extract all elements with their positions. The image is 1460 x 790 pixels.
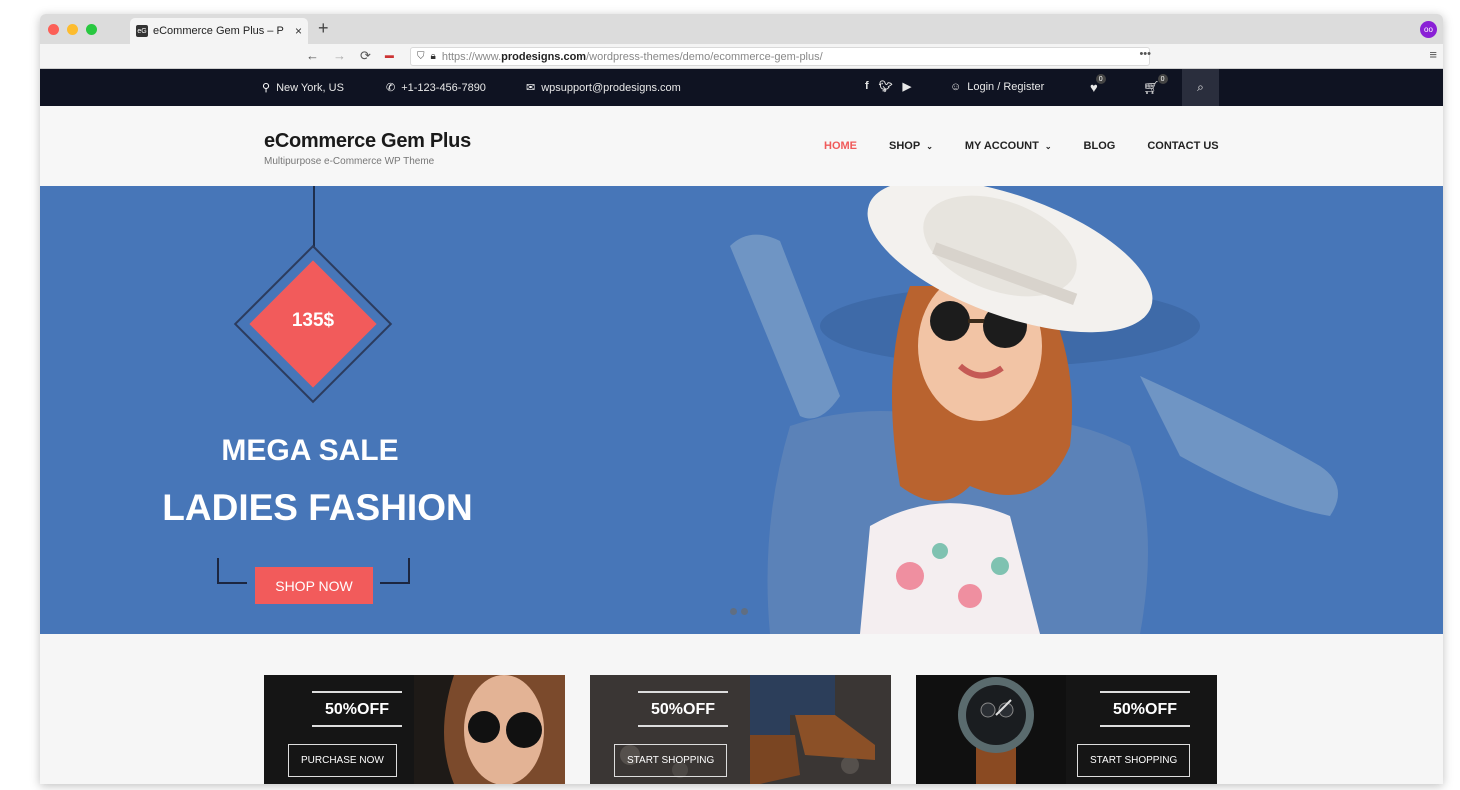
cart-icon: 🛒︎ bbox=[1143, 80, 1160, 95]
hero-heading-line2: LADIES FASHION bbox=[162, 487, 473, 528]
new-tab-button[interactable]: + bbox=[318, 18, 329, 39]
price-tag-string bbox=[313, 186, 315, 248]
sunglasses-promo-image bbox=[414, 675, 565, 784]
url-prefix: https://www. bbox=[441, 50, 502, 63]
menu-item-blog[interactable]: BLOG bbox=[1084, 140, 1116, 152]
email-info[interactable]: ✉ wpsupport@prodesigns.com bbox=[526, 81, 681, 95]
promo-banner-boots[interactable]: 50%OFF START SHOPPING bbox=[590, 675, 891, 784]
watch-promo-image bbox=[916, 675, 1066, 784]
favicon-icon: eG bbox=[136, 25, 148, 37]
user-icon: ☺ bbox=[950, 81, 962, 93]
browser-nav-bar: ← → ⟳ ▬ ⛉ 🔒︎ https://www. prodesigns.com /… bbox=[40, 44, 1443, 69]
cta-bracket-right bbox=[380, 558, 410, 584]
flag-icon[interactable]: ▬ bbox=[385, 50, 394, 64]
hero-heading-line1: MEGA SALE bbox=[221, 434, 399, 467]
youtube-icon[interactable]: ▶ bbox=[903, 80, 911, 93]
slider-dot[interactable] bbox=[741, 608, 748, 615]
url-path: /wordpress-themes/demo/ecommerce-gem-plu… bbox=[586, 50, 823, 63]
main-menu: HOME SHOP ⌄ MY ACCOUNT ⌄ BLOG CONTACT US bbox=[824, 140, 1251, 152]
minimize-window-button[interactable] bbox=[67, 24, 78, 35]
location-text: New York, US bbox=[276, 81, 344, 94]
wishlist-button[interactable]: ♥ 0 bbox=[1090, 74, 1106, 95]
promo-banner-watch[interactable]: 50%OFF START SHOPPING bbox=[916, 675, 1217, 784]
facebook-icon[interactable]: f bbox=[865, 80, 869, 93]
extension-icon[interactable]: oo bbox=[1420, 21, 1437, 38]
menu-item-contact[interactable]: CONTACT US bbox=[1147, 140, 1218, 152]
location-info: ⚲ New York, US bbox=[262, 81, 344, 95]
email-text[interactable]: wpsupport@prodesigns.com bbox=[541, 82, 681, 94]
browser-tab-bar: eG eCommerce Gem Plus – P × + oo bbox=[40, 14, 1443, 44]
site-header: eCommerce Gem Plus Multipurpose e-Commer… bbox=[40, 106, 1443, 186]
chevron-down-icon: ⌄ bbox=[1044, 141, 1052, 151]
promo-discount: 50%OFF bbox=[638, 691, 728, 727]
hero-model-image bbox=[730, 186, 1338, 634]
phone-info[interactable]: ✆ +1-123-456-7890 bbox=[386, 81, 486, 95]
search-icon: ⌕ bbox=[1197, 80, 1204, 94]
tab-close-icon[interactable]: × bbox=[295, 24, 302, 38]
envelope-icon: ✉ bbox=[526, 82, 536, 94]
forward-arrow-icon[interactable]: → bbox=[333, 48, 346, 64]
slider-dot[interactable] bbox=[730, 608, 737, 615]
cart-count-badge: 0 bbox=[1157, 74, 1168, 84]
slider-pagination bbox=[730, 608, 748, 615]
menu-item-shop[interactable]: SHOP ⌄ bbox=[889, 140, 933, 152]
close-window-button[interactable] bbox=[48, 24, 59, 35]
search-button[interactable]: ⌕ bbox=[1182, 69, 1219, 106]
tab-title: eCommerce Gem Plus – P bbox=[153, 25, 284, 37]
browser-tab[interactable]: eG eCommerce Gem Plus – P × bbox=[130, 18, 308, 44]
address-bar[interactable]: ⛉ 🔒︎ https://www. prodesigns.com/wordpres… bbox=[410, 47, 1150, 66]
reload-icon[interactable]: ⟳ bbox=[360, 48, 371, 64]
hamburger-menu-icon[interactable]: ≡ bbox=[1429, 47, 1437, 62]
nav-buttons: ← → ⟳ ▬ bbox=[306, 48, 394, 64]
phone-icon: ✆ bbox=[386, 82, 396, 94]
menu-item-home[interactable]: HOME bbox=[824, 140, 857, 152]
top-info-bar: ⚲ New York, US ✆ +1-123-456-7890 ✉ wpsup… bbox=[40, 69, 1443, 106]
shop-now-button[interactable]: SHOP NOW bbox=[255, 567, 373, 604]
twitter-icon[interactable]: 🐦︎ bbox=[879, 80, 893, 93]
hero-slider: 135$ MEGA SALE LADIES FASHION SHOP NOW bbox=[40, 186, 1443, 634]
hero-price: 135$ bbox=[291, 310, 335, 331]
start-shopping-button[interactable]: START SHOPPING bbox=[1077, 744, 1191, 777]
site-tagline: Multipurpose e-Commerce WP Theme bbox=[264, 156, 435, 167]
purchase-now-button[interactable]: PURCHASE NOW bbox=[288, 744, 397, 777]
back-arrow-icon[interactable]: ← bbox=[306, 48, 319, 64]
chevron-down-icon: ⌄ bbox=[926, 141, 933, 151]
phone-text[interactable]: +1-123-456-7890 bbox=[401, 82, 486, 94]
cta-bracket-left bbox=[217, 558, 247, 584]
wishlist-count-badge: 0 bbox=[1095, 74, 1106, 84]
map-marker-icon: ⚲ bbox=[262, 82, 271, 94]
promo-banners: 50%OFF PURCHASE NOW 50%OFF START SHOPPIN… bbox=[264, 675, 1217, 784]
promo-discount: 50%OFF bbox=[312, 691, 402, 727]
login-register-link[interactable]: ☺ Login / Register bbox=[950, 81, 1044, 93]
browser-window: eG eCommerce Gem Plus – P × + oo ← → ⟳ ▬… bbox=[40, 14, 1443, 784]
promo-banner-sunglasses[interactable]: 50%OFF PURCHASE NOW bbox=[264, 675, 565, 784]
lock-icon[interactable]: 🔒︎ bbox=[431, 51, 436, 62]
window-controls bbox=[48, 24, 97, 35]
social-links: f 🐦︎ ▶ bbox=[865, 80, 911, 93]
promo-discount: 50%OFF bbox=[1100, 691, 1190, 727]
page-actions-icon[interactable]: ••• bbox=[1139, 48, 1151, 60]
menu-item-my-account[interactable]: MY ACCOUNT ⌄ bbox=[965, 140, 1052, 152]
maximize-window-button[interactable] bbox=[86, 24, 97, 35]
login-text[interactable]: Login / Register bbox=[967, 81, 1044, 93]
shield-icon[interactable]: ⛉ bbox=[417, 51, 425, 62]
site-title[interactable]: eCommerce Gem Plus bbox=[264, 130, 471, 153]
cart-button[interactable]: 🛒︎ 0 bbox=[1143, 74, 1168, 96]
url-host: prodesigns.com bbox=[501, 50, 587, 63]
start-shopping-button[interactable]: START SHOPPING bbox=[614, 744, 728, 777]
